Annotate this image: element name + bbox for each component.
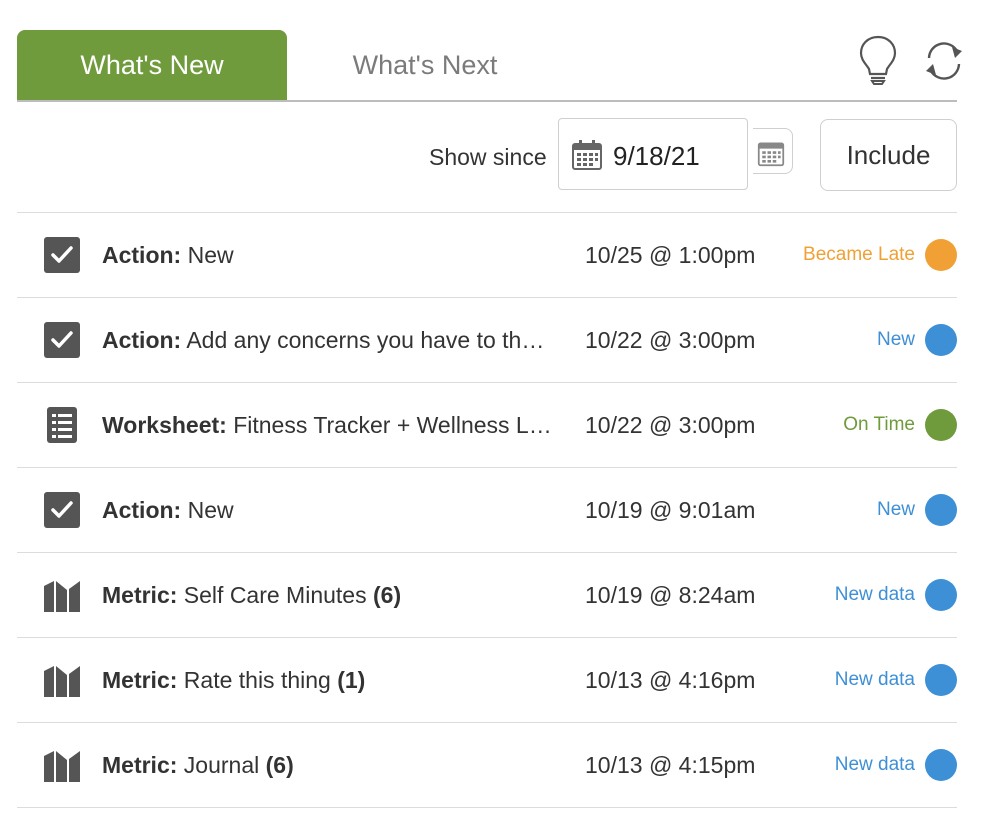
status-label: New data	[834, 754, 915, 775]
list-item[interactable]: Action: New 10/19 @ 9:01am New	[17, 468, 957, 553]
metric-icon	[43, 746, 81, 784]
item-type: Worksheet:	[102, 412, 227, 438]
status-label: Became Late	[803, 244, 915, 265]
item-text: New	[181, 242, 234, 268]
item-title: Metric: Self Care Minutes (6)	[102, 553, 552, 637]
item-timestamp: 10/19 @ 8:24am	[585, 582, 756, 608]
list-item[interactable]: Action: New 10/25 @ 1:00pm Became Late	[17, 213, 957, 298]
item-title: Action: Add any concerns you have to the…	[102, 298, 552, 382]
item-title: Action: New	[102, 213, 552, 297]
item-type: Metric:	[102, 752, 178, 778]
item-timestamp: 10/25 @ 1:00pm	[585, 242, 756, 268]
date-input[interactable]	[611, 133, 745, 179]
item-count: (1)	[337, 667, 366, 693]
status-dot	[925, 409, 957, 441]
item-timestamp: 10/22 @ 3:00pm	[585, 412, 756, 438]
worksheet-icon	[43, 406, 81, 444]
status-label: New data	[834, 669, 915, 690]
metric-icon	[43, 576, 81, 614]
status-dot	[925, 324, 957, 356]
list-item[interactable]: Metric: Self Care Minutes (6) 10/19 @ 8:…	[17, 553, 957, 638]
tab-bar: What's New What's Next	[17, 30, 962, 102]
item-type: Metric:	[102, 667, 178, 693]
item-text: Rate this thing	[177, 667, 338, 693]
metric-icon	[43, 661, 81, 699]
list-item[interactable]: Action: Add any concerns you have to the…	[17, 298, 957, 383]
item-text: Fitness Tracker + Wellness Log	[226, 412, 552, 438]
item-count: (6)	[265, 752, 294, 778]
item-title: Action: New	[102, 468, 552, 552]
checkbox-icon	[43, 491, 81, 529]
item-timestamp: 10/19 @ 9:01am	[585, 497, 756, 523]
status-label: New data	[834, 584, 915, 605]
tab-whats-next-label: What's Next	[352, 49, 498, 80]
item-text: New	[181, 497, 234, 523]
status-dot	[925, 239, 957, 271]
status-label: New	[876, 329, 915, 350]
status-label: New	[876, 499, 915, 520]
show-since-label: Show since	[429, 144, 547, 170]
list-item[interactable]: Metric: Rate this thing (1) 10/13 @ 4:16…	[17, 638, 957, 723]
status-dot	[925, 579, 957, 611]
status-dot	[925, 494, 957, 526]
checkbox-icon	[43, 321, 81, 359]
item-title: Metric: Rate this thing (1)	[102, 638, 552, 722]
item-text: Journal	[177, 752, 266, 778]
item-timestamp: 10/22 @ 3:00pm	[585, 327, 756, 353]
date-field[interactable]	[558, 118, 748, 190]
lightbulb-icon[interactable]	[855, 34, 901, 86]
status-label: On Time	[843, 414, 915, 435]
calendar-icon	[571, 139, 603, 176]
item-type: Metric:	[102, 582, 178, 608]
item-title: Metric: Journal (6)	[102, 723, 552, 807]
calendar-picker-button[interactable]	[753, 128, 793, 174]
tab-whats-new-label: What's New	[80, 49, 224, 80]
calendar-icon	[757, 142, 785, 167]
item-text: Self Care Minutes	[177, 582, 373, 608]
item-count: (6)	[373, 582, 402, 608]
item-title: Worksheet: Fitness Tracker + Wellness Lo…	[102, 383, 552, 467]
tab-whats-new[interactable]: What's New	[17, 30, 287, 100]
item-timestamp: 10/13 @ 4:15pm	[585, 752, 756, 778]
list-item[interactable]: Worksheet: Fitness Tracker + Wellness Lo…	[17, 383, 957, 468]
item-text: Add any concerns you have to the list	[181, 327, 552, 353]
date-filter: Show since 9/18/21 Include	[17, 118, 957, 192]
item-type: Action:	[102, 497, 182, 523]
activity-list: Action: New 10/25 @ 1:00pm Became Late A…	[17, 212, 957, 808]
status-dot	[925, 749, 957, 781]
tab-whats-next[interactable]: What's Next	[295, 30, 555, 100]
status-dot	[925, 664, 957, 696]
include-button[interactable]: Include	[820, 119, 957, 191]
item-type: Action:	[102, 242, 182, 268]
checkbox-icon	[43, 236, 81, 274]
item-type: Action:	[102, 327, 182, 353]
item-timestamp: 10/13 @ 4:16pm	[585, 667, 756, 693]
list-item[interactable]: Metric: Journal (6) 10/13 @ 4:15pm New d…	[17, 723, 957, 808]
refresh-icon[interactable]	[921, 34, 967, 86]
